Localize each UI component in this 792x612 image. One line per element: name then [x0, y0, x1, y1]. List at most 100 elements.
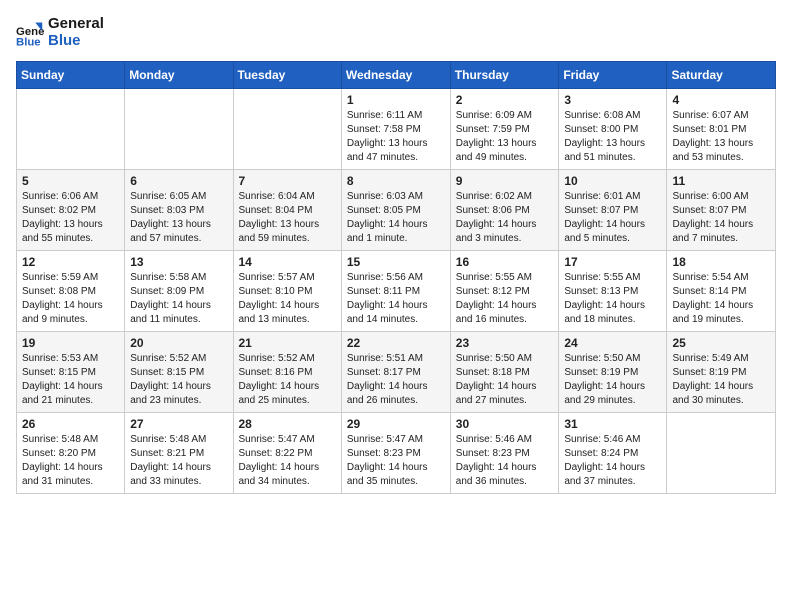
day-number: 12: [22, 255, 119, 269]
day-number: 29: [347, 417, 445, 431]
day-number: 14: [239, 255, 336, 269]
day-info: Sunrise: 6:03 AM Sunset: 8:05 PM Dayligh…: [347, 190, 445, 246]
day-number: 28: [239, 417, 336, 431]
day-number: 4: [672, 93, 770, 107]
calendar-cell: 1 Sunrise: 6:11 AM Sunset: 7:58 PM Daylig…: [341, 89, 450, 170]
day-number: 31: [564, 417, 661, 431]
day-number: 18: [672, 255, 770, 269]
day-number: 26: [22, 417, 119, 431]
day-info: Sunrise: 5:58 AM Sunset: 8:09 PM Dayligh…: [130, 271, 227, 327]
day-info: Sunrise: 6:00 AM Sunset: 8:07 PM Dayligh…: [672, 190, 770, 246]
calendar-cell: 18 Sunrise: 5:54 AM Sunset: 8:14 PM Dayli…: [667, 251, 776, 332]
day-number: 22: [347, 336, 445, 350]
day-info: Sunrise: 5:53 AM Sunset: 8:15 PM Dayligh…: [22, 352, 119, 408]
calendar-cell: 7Sunrise: 6:04 AM Sunset: 8:04 PM Daylig…: [233, 170, 341, 251]
calendar-cell: 24 Sunrise: 5:50 AM Sunset: 8:19 PM Dayli…: [559, 332, 667, 413]
calendar-cell: 25 Sunrise: 5:49 AM Sunset: 8:19 PM Dayli…: [667, 332, 776, 413]
day-info: Sunrise: 5:46 AM Sunset: 8:23 PM Dayligh…: [456, 433, 554, 489]
day-number: 1: [347, 93, 445, 107]
calendar-cell: 19 Sunrise: 5:53 AM Sunset: 8:15 PM Dayli…: [17, 332, 125, 413]
day-info: Sunrise: 5:52 AM Sunset: 8:15 PM Dayligh…: [130, 352, 227, 408]
day-info: Sunrise: 5:48 AM Sunset: 8:20 PM Dayligh…: [22, 433, 119, 489]
calendar-cell: 27 Sunrise: 5:48 AM Sunset: 8:21 PM Dayli…: [125, 413, 233, 494]
day-number: 23: [456, 336, 554, 350]
day-info: Sunrise: 5:50 AM Sunset: 8:19 PM Dayligh…: [564, 352, 661, 408]
day-info: Sunrise: 5:47 AM Sunset: 8:22 PM Dayligh…: [239, 433, 336, 489]
day-info: Sunrise: 5:47 AM Sunset: 8:23 PM Dayligh…: [347, 433, 445, 489]
calendar-cell: 3Sunrise: 6:08 AM Sunset: 8:00 PM Daylig…: [559, 89, 667, 170]
day-number: 15: [347, 255, 445, 269]
calendar-cell: 13 Sunrise: 5:58 AM Sunset: 8:09 PM Dayli…: [125, 251, 233, 332]
day-number: 24: [564, 336, 661, 350]
day-info: Sunrise: 5:48 AM Sunset: 8:21 PM Dayligh…: [130, 433, 227, 489]
day-number: 20: [130, 336, 227, 350]
day-info: Sunrise: 5:56 AM Sunset: 8:11 PM Dayligh…: [347, 271, 445, 327]
day-info: Sunrise: 5:54 AM Sunset: 8:14 PM Dayligh…: [672, 271, 770, 327]
day-number: 21: [239, 336, 336, 350]
day-info: Sunrise: 6:11 AM Sunset: 7:58 PM Dayligh…: [347, 109, 445, 165]
calendar-cell: 14 Sunrise: 5:57 AM Sunset: 8:10 PM Dayli…: [233, 251, 341, 332]
day-number: 27: [130, 417, 227, 431]
weekday-label-monday: Monday: [125, 62, 233, 89]
day-number: 3: [564, 93, 661, 107]
weekday-label-friday: Friday: [559, 62, 667, 89]
logo-icon: General Blue: [16, 19, 44, 47]
day-number: 19: [22, 336, 119, 350]
day-info: Sunrise: 5:57 AM Sunset: 8:10 PM Dayligh…: [239, 271, 336, 327]
calendar-cell: [17, 89, 125, 170]
calendar-cell: 23 Sunrise: 5:50 AM Sunset: 8:18 PM Dayli…: [450, 332, 559, 413]
calendar-cell: 20 Sunrise: 5:52 AM Sunset: 8:15 PM Dayli…: [125, 332, 233, 413]
calendar-cell: [233, 89, 341, 170]
calendar-cell: 11 Sunrise: 6:00 AM Sunset: 8:07 PM Dayli…: [667, 170, 776, 251]
calendar-cell: 12Sunrise: 5:59 AM Sunset: 8:08 PM Dayli…: [17, 251, 125, 332]
week-row-4: 19 Sunrise: 5:53 AM Sunset: 8:15 PM Dayli…: [17, 332, 776, 413]
calendar-cell: 17Sunrise: 5:55 AM Sunset: 8:13 PM Dayli…: [559, 251, 667, 332]
calendar-cell: 5 Sunrise: 6:06 AM Sunset: 8:02 PM Daylig…: [17, 170, 125, 251]
day-info: Sunrise: 6:07 AM Sunset: 8:01 PM Dayligh…: [672, 109, 770, 165]
calendar-body: 1 Sunrise: 6:11 AM Sunset: 7:58 PM Daylig…: [17, 89, 776, 494]
week-row-2: 5 Sunrise: 6:06 AM Sunset: 8:02 PM Daylig…: [17, 170, 776, 251]
week-row-1: 1 Sunrise: 6:11 AM Sunset: 7:58 PM Daylig…: [17, 89, 776, 170]
day-info: Sunrise: 5:50 AM Sunset: 8:18 PM Dayligh…: [456, 352, 554, 408]
day-number: 13: [130, 255, 227, 269]
day-info: Sunrise: 5:51 AM Sunset: 8:17 PM Dayligh…: [347, 352, 445, 408]
weekday-label-wednesday: Wednesday: [341, 62, 450, 89]
calendar-cell: 10 Sunrise: 6:01 AM Sunset: 8:07 PM Dayli…: [559, 170, 667, 251]
calendar-cell: 22 Sunrise: 5:51 AM Sunset: 8:17 PM Dayli…: [341, 332, 450, 413]
page-header: General Blue General Blue: [16, 16, 776, 49]
calendar-cell: 2 Sunrise: 6:09 AM Sunset: 7:59 PM Daylig…: [450, 89, 559, 170]
day-number: 11: [672, 174, 770, 188]
day-info: Sunrise: 6:01 AM Sunset: 8:07 PM Dayligh…: [564, 190, 661, 246]
day-number: 9: [456, 174, 554, 188]
day-number: 16: [456, 255, 554, 269]
logo: General Blue General Blue: [16, 16, 104, 49]
day-number: 25: [672, 336, 770, 350]
calendar-cell: 26 Sunrise: 5:48 AM Sunset: 8:20 PM Dayli…: [17, 413, 125, 494]
day-info: Sunrise: 6:05 AM Sunset: 8:03 PM Dayligh…: [130, 190, 227, 246]
weekday-label-thursday: Thursday: [450, 62, 559, 89]
day-number: 10: [564, 174, 661, 188]
calendar-table: SundayMondayTuesdayWednesdayThursdayFrid…: [16, 61, 776, 494]
day-info: Sunrise: 6:06 AM Sunset: 8:02 PM Dayligh…: [22, 190, 119, 246]
calendar-cell: 9 Sunrise: 6:02 AM Sunset: 8:06 PM Daylig…: [450, 170, 559, 251]
calendar-cell: 29 Sunrise: 5:47 AM Sunset: 8:23 PM Dayli…: [341, 413, 450, 494]
day-info: Sunrise: 6:04 AM Sunset: 8:04 PM Dayligh…: [239, 190, 336, 246]
calendar-cell: 30Sunrise: 5:46 AM Sunset: 8:23 PM Dayli…: [450, 413, 559, 494]
day-number: 2: [456, 93, 554, 107]
calendar-cell: 4 Sunrise: 6:07 AM Sunset: 8:01 PM Daylig…: [667, 89, 776, 170]
weekday-header-row: SundayMondayTuesdayWednesdayThursdayFrid…: [17, 62, 776, 89]
day-info: Sunrise: 5:49 AM Sunset: 8:19 PM Dayligh…: [672, 352, 770, 408]
svg-text:Blue: Blue: [16, 36, 41, 47]
weekday-label-sunday: Sunday: [17, 62, 125, 89]
day-info: Sunrise: 5:52 AM Sunset: 8:16 PM Dayligh…: [239, 352, 336, 408]
day-number: 5: [22, 174, 119, 188]
calendar-cell: 15 Sunrise: 5:56 AM Sunset: 8:11 PM Dayli…: [341, 251, 450, 332]
day-info: Sunrise: 6:09 AM Sunset: 7:59 PM Dayligh…: [456, 109, 554, 165]
calendar-cell: 31Sunrise: 5:46 AM Sunset: 8:24 PM Dayli…: [559, 413, 667, 494]
day-number: 6: [130, 174, 227, 188]
week-row-5: 26 Sunrise: 5:48 AM Sunset: 8:20 PM Dayli…: [17, 413, 776, 494]
calendar-cell: 21 Sunrise: 5:52 AM Sunset: 8:16 PM Dayli…: [233, 332, 341, 413]
calendar-cell: 8Sunrise: 6:03 AM Sunset: 8:05 PM Daylig…: [341, 170, 450, 251]
day-info: Sunrise: 6:02 AM Sunset: 8:06 PM Dayligh…: [456, 190, 554, 246]
calendar-cell: 16Sunrise: 5:55 AM Sunset: 8:12 PM Dayli…: [450, 251, 559, 332]
